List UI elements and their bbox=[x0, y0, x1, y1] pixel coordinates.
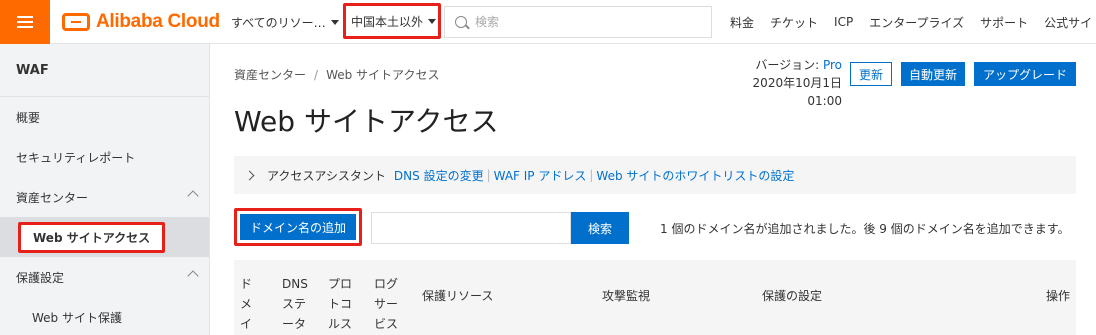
chevron-right-icon[interactable] bbox=[244, 170, 255, 180]
update-button[interactable]: 更新 bbox=[850, 62, 892, 86]
sidebar-item-website-access[interactable]: Web サイトアクセス bbox=[0, 217, 209, 257]
search-icon bbox=[455, 16, 467, 28]
add-domain-button[interactable]: ドメイン名の追加 bbox=[240, 214, 356, 240]
column-header-protection-settings: 保護の設定 bbox=[762, 289, 823, 303]
link-enterprise[interactable]: エンタープライズ bbox=[869, 14, 964, 31]
chevron-up-icon bbox=[187, 190, 199, 202]
hamburger-menu-icon[interactable] bbox=[0, 0, 50, 44]
sidebar-item-label: 概要 bbox=[16, 110, 41, 125]
sidebar-group-protection-settings[interactable]: 保護設定 bbox=[0, 257, 209, 297]
resource-group-select[interactable]: すべてのリソー… bbox=[231, 0, 339, 44]
sidebar-item-website-protection[interactable]: Web サイト保護 bbox=[0, 297, 209, 335]
access-assistant-label: アクセスアシスタント bbox=[267, 168, 386, 183]
link-tickets[interactable]: チケット bbox=[770, 14, 818, 31]
search-button[interactable]: 検索 bbox=[571, 212, 629, 244]
logo-mark-icon bbox=[62, 13, 90, 31]
link-whitelist[interactable]: Web サイトのホワイトリストの設定 bbox=[596, 167, 794, 184]
link-waf-ip[interactable]: WAF IP アドレス bbox=[494, 167, 587, 184]
breadcrumb: 資産センター / Web サイトアクセス bbox=[234, 66, 439, 83]
breadcrumb-separator: / bbox=[314, 68, 319, 82]
chevron-up-icon bbox=[187, 270, 199, 282]
version-date: 2020年10月1日 01:00 bbox=[752, 76, 842, 108]
column-header-actions: 操作 bbox=[1046, 289, 1071, 303]
link-official-site[interactable]: 公式サイト bbox=[1044, 14, 1096, 31]
domain-search-input[interactable] bbox=[371, 212, 571, 244]
sidebar-group-asset-center[interactable]: 資産センター bbox=[0, 177, 209, 217]
version-label: バージョン: bbox=[755, 58, 820, 72]
column-header-dns-status: DNS ステータス bbox=[282, 277, 308, 331]
version-value[interactable]: Pro bbox=[823, 58, 842, 72]
auto-update-button[interactable]: 自動更新 bbox=[901, 62, 965, 86]
link-support[interactable]: サポート bbox=[980, 14, 1028, 31]
column-header-attack-monitoring: 攻撃監視 bbox=[602, 289, 651, 303]
alibaba-cloud-logo[interactable]: Alibaba Cloud bbox=[62, 10, 220, 34]
search-input[interactable] bbox=[475, 15, 695, 29]
global-search[interactable] bbox=[444, 6, 712, 38]
sidebar-title: WAF bbox=[0, 44, 209, 97]
sidebar-item-label: Web サイト保護 bbox=[32, 310, 122, 325]
link-icp[interactable]: ICP bbox=[834, 15, 853, 29]
region-select[interactable]: 中国本土以外 bbox=[343, 3, 441, 39]
caret-down-icon bbox=[330, 19, 339, 25]
column-header-domain: ドメイン名 bbox=[240, 277, 253, 331]
top-navigation-bar: Alibaba Cloud すべてのリソー… 中国本土以外 料金 チケット IC… bbox=[0, 0, 1096, 44]
resource-group-label: すべてのリソー… bbox=[231, 15, 326, 30]
link-separator: | bbox=[589, 168, 594, 182]
sidebar-item-label: 資産センター bbox=[16, 190, 89, 205]
upgrade-button[interactable]: アップグレード bbox=[974, 62, 1076, 86]
table-header: ドメイン名 DNS ステータス プロトコルステータス ログサービス 保護リソース… bbox=[234, 260, 1076, 335]
sidebar-item-label: Web サイトアクセス bbox=[18, 221, 166, 253]
column-header-log-service: ログサービス bbox=[374, 277, 399, 331]
caret-down-icon bbox=[428, 18, 437, 24]
sidebar: WAF 概要 セキュリティレポート 資産センター Web サイトアクセス 保護設… bbox=[0, 44, 210, 335]
access-assistant-panel[interactable]: アクセスアシスタント DNS 設定の変更 | WAF IP アドレス | Web サイト… bbox=[234, 156, 1076, 194]
domain-count-text: 1 個のドメイン名が追加されました。後 9 個のドメイン名を追加できます。 bbox=[660, 222, 1070, 236]
breadcrumb-current: Web サイトアクセス bbox=[326, 68, 440, 82]
page-title: Web サイトアクセス bbox=[234, 105, 499, 138]
link-dns-settings[interactable]: DNS 設定の変更 bbox=[394, 167, 484, 184]
column-header-protocol-status: プロトコルステータス bbox=[328, 277, 353, 331]
sidebar-item-label: セキュリティレポート bbox=[16, 150, 136, 165]
version-info: バージョン: Pro 2020年10月1日 01:00 bbox=[722, 56, 842, 110]
sidebar-item-security-report[interactable]: セキュリティレポート bbox=[0, 137, 209, 177]
main-content: 資産センター / Web サイトアクセス バージョン: Pro 2020年10月1日… bbox=[210, 44, 1096, 335]
column-header-protected-resources: 保護リソース bbox=[422, 289, 494, 303]
add-domain-highlight: ドメイン名の追加 bbox=[234, 208, 362, 246]
breadcrumb-asset-center[interactable]: 資産センター bbox=[234, 68, 306, 82]
sidebar-item-label: 保護設定 bbox=[16, 270, 65, 285]
region-label: 中国本土以外 bbox=[351, 14, 424, 29]
link-pricing[interactable]: 料金 bbox=[730, 14, 754, 31]
sidebar-item-overview[interactable]: 概要 bbox=[0, 97, 209, 137]
link-separator: | bbox=[486, 168, 491, 182]
logo-text: Alibaba Cloud bbox=[96, 11, 220, 32]
top-links: 料金 チケット ICP エンタープライズ サポート 公式サイト bbox=[730, 0, 1096, 44]
